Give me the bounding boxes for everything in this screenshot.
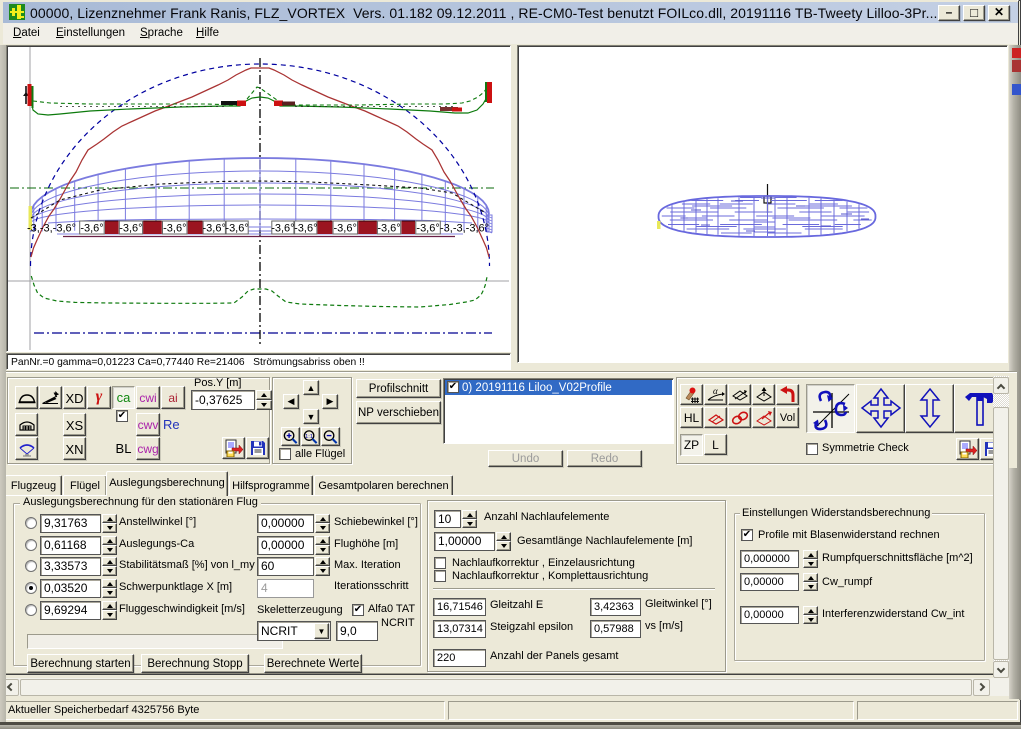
- svg-text:α: α: [713, 386, 718, 396]
- svg-text:-3,6°: -3,6°: [334, 223, 357, 235]
- svg-text:-3,6°: -3,6°: [271, 223, 294, 235]
- svg-text:-3,6°: -3,6°: [163, 223, 186, 235]
- svg-text:-3,6°: -3,6°: [377, 223, 400, 235]
- svg-text:-3,-3,-3,6°: -3,-3,-3,6°: [27, 223, 76, 235]
- svg-text:-3,6°: -3,6°: [119, 223, 142, 235]
- svg-text:-3,6°: -3,6°: [203, 223, 226, 235]
- svg-text:-3,6°: -3,6°: [225, 223, 248, 235]
- svg-text:-3,6°: -3,6°: [294, 223, 317, 235]
- svg-text:-3,-3,-3,6°: -3,-3,-3,6°: [440, 223, 489, 235]
- svg-text:1:1: 1:1: [305, 433, 313, 439]
- svg-text:-3,6°: -3,6°: [416, 223, 439, 235]
- svg-text:-3,6°: -3,6°: [80, 223, 103, 235]
